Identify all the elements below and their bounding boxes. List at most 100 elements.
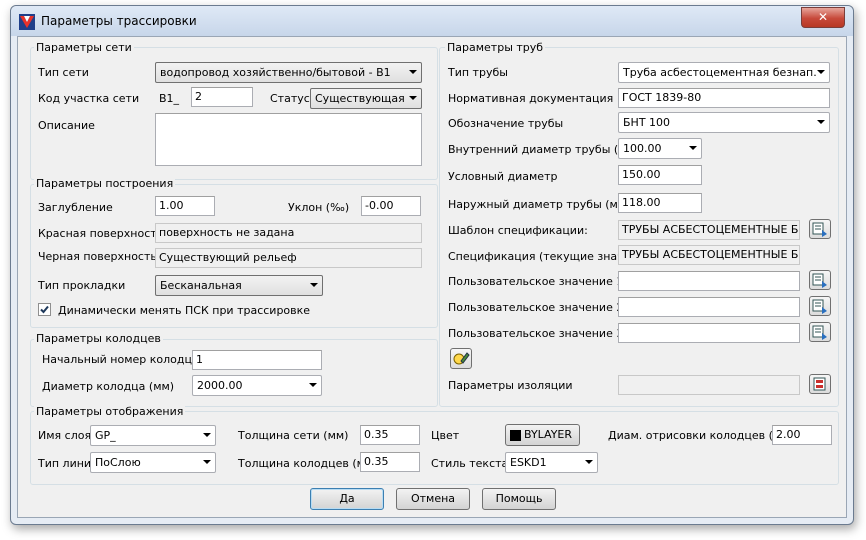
well-start-input[interactable]: 1: [192, 350, 322, 370]
inner-diam-label: Внутренний диаметр трубы (мм): [448, 143, 640, 156]
spec-current-label: Спецификация (текущие знач.): [448, 250, 632, 263]
net-thickness-label: Толщина сети (мм): [238, 429, 349, 442]
user1-label: Пользовательское значение 1: [448, 275, 624, 288]
cancel-button[interactable]: Отмена: [396, 488, 470, 510]
user3-button[interactable]: [809, 322, 831, 342]
layer-label: Имя слоя: [38, 429, 92, 442]
edit-params-button[interactable]: [450, 348, 472, 369]
browse-icon: [812, 299, 827, 314]
laying-select[interactable]: Бесканальная: [155, 275, 323, 296]
layer-value: GP_: [95, 429, 116, 442]
textstyle-value: ESKD1: [510, 456, 547, 469]
laying-label: Тип прокладки: [38, 279, 126, 292]
depth-input[interactable]: 1.00: [155, 196, 215, 216]
dynamic-ucs-checkbox[interactable]: [38, 303, 51, 316]
red-surface-label: Красная поверхность: [38, 227, 164, 240]
layer-select[interactable]: GP_: [90, 425, 216, 446]
textstyle-label: Стиль текста: [431, 457, 509, 470]
chevron-down-icon: [309, 383, 317, 387]
network-type-value: водопровод хозяйственно/бытовой - В1: [160, 66, 391, 79]
user2-label: Пользовательское значение 2: [448, 301, 624, 314]
pipe-type-label: Тип трубы: [448, 66, 508, 79]
browse-icon: [812, 325, 827, 340]
user3-input[interactable]: [618, 323, 800, 343]
black-surface-field: Существующий рельеф: [155, 248, 422, 268]
chevron-down-icon: [409, 70, 417, 74]
spec-template-field: ТРУБЫ АСБЕСТОЦЕМЕНТНЫЕ БЕ: [618, 220, 800, 240]
pencil-tool-icon: [453, 352, 470, 365]
pipe-mark-select[interactable]: БНТ 100: [618, 112, 830, 133]
close-icon: ✕: [817, 10, 829, 24]
red-surface-field: поверхность не задана: [155, 223, 422, 243]
user2-input[interactable]: [618, 297, 800, 317]
color-button[interactable]: BYLAYER: [505, 424, 580, 446]
close-button[interactable]: ✕: [801, 7, 845, 28]
spec-current-field: ТРУБЫ АСБЕСТОЦЕМЕНТНЫЕ БЕ: [618, 245, 800, 265]
chevron-down-icon: [689, 146, 697, 150]
outer-diam-input[interactable]: 118.00: [618, 193, 702, 213]
well-thickness-label: Толщина колодцев (мм: [238, 457, 374, 470]
slope-label: Уклон (‰): [288, 201, 350, 214]
status-select[interactable]: Существующая: [310, 88, 422, 109]
code-label: Код участка сети: [38, 92, 140, 105]
black-surface-label: Черная поверхность: [38, 250, 157, 263]
status-label: Статус: [270, 92, 310, 105]
inner-diam-value: 100.00: [623, 142, 662, 155]
description-input[interactable]: [155, 113, 422, 166]
dialog-window: Параметры трассировки ✕ Параметры сети Т…: [10, 5, 854, 525]
doc-input[interactable]: ГОСТ 1839-80: [618, 88, 830, 108]
well-start-label: Начальный номер колодца: [42, 353, 199, 366]
app-icon: [19, 14, 35, 30]
build-group-label: Параметры построения: [34, 177, 176, 190]
user2-button[interactable]: [809, 296, 831, 316]
pipe-type-value: Труба асбестоцементная безнап.: [623, 66, 817, 79]
network-type-label: Тип сети: [38, 66, 89, 79]
chevron-down-icon: [817, 70, 825, 74]
depth-label: Заглубление: [38, 201, 113, 214]
window-title: Параметры трассировки: [41, 14, 197, 28]
browse-icon: [812, 222, 827, 237]
checkmark-icon: [40, 305, 49, 314]
wells-group-label: Параметры колодцев: [34, 332, 163, 345]
user3-label: Пользовательское значение 3: [448, 327, 624, 340]
color-swatch: [510, 429, 521, 441]
well-diam-label: Диаметр колодца (мм): [42, 380, 175, 393]
ok-button[interactable]: Да: [310, 488, 384, 510]
textstyle-select[interactable]: ESKD1: [505, 452, 598, 473]
chevron-down-icon: [203, 460, 211, 464]
pipe-mark-value: БНТ 100: [623, 116, 671, 129]
status-value: Существующая: [315, 92, 405, 105]
chevron-down-icon: [817, 120, 825, 124]
network-type-select[interactable]: водопровод хозяйственно/бытовой - В1: [155, 62, 422, 83]
chevron-down-icon: [310, 283, 318, 287]
well-draw-diam-label: Диам. отрисовки колодцев (мм: [608, 429, 790, 442]
insulation-icon: [813, 377, 826, 391]
slope-input[interactable]: -0.00: [361, 196, 421, 216]
display-group: [30, 411, 839, 485]
nominal-diam-input[interactable]: 150.00: [618, 165, 702, 185]
spec-template-label: Шаблон спецификации:: [448, 224, 588, 237]
well-thickness-input[interactable]: 0.35: [360, 452, 420, 472]
well-diam-select[interactable]: 2000.00: [192, 375, 322, 396]
display-group-label: Параметры отображения: [34, 405, 186, 418]
pipe-type-select[interactable]: Труба асбестоцементная безнап.: [618, 62, 830, 83]
linetype-value: ПоСлою: [95, 456, 141, 469]
title-bar[interactable]: Параметры трассировки ✕: [11, 6, 853, 36]
inner-diam-select[interactable]: 100.00: [618, 138, 702, 159]
chevron-down-icon: [585, 460, 593, 464]
spec-template-button[interactable]: [809, 219, 831, 239]
insulation-button[interactable]: [809, 374, 831, 394]
linetype-select[interactable]: ПоСлою: [90, 452, 216, 473]
well-draw-diam-input[interactable]: 2.00: [772, 425, 832, 445]
network-group-label: Параметры сети: [34, 41, 134, 54]
user1-input[interactable]: [618, 271, 800, 291]
chevron-down-icon: [409, 96, 417, 100]
help-button[interactable]: Помощь: [482, 488, 556, 510]
dynamic-ucs-label: Динамически менять ПСК при трассировке: [58, 304, 311, 317]
doc-label: Нормативная документация: [448, 92, 614, 105]
code-input[interactable]: 2: [191, 87, 253, 107]
color-label: Цвет: [431, 429, 460, 442]
net-thickness-input[interactable]: 0.35: [360, 425, 420, 445]
user1-button[interactable]: [809, 270, 831, 290]
outer-diam-label: Наружный диаметр трубы (мм): [448, 198, 631, 211]
